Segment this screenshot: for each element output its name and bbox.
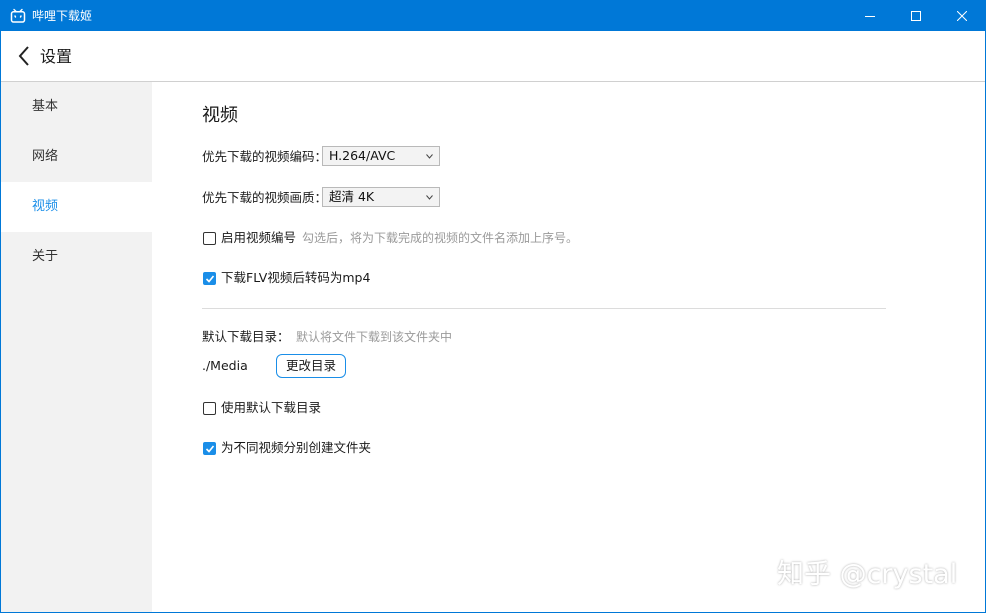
section-divider [202, 308, 886, 309]
codec-label: 优先下载的视频编码： [202, 149, 328, 164]
quality-select[interactable]: 超清 4K [322, 187, 440, 207]
app-window: 哔哩下载姬 设置 基本 网络 视频 关于 视频 优先下载的视频编码： H.264… [0, 0, 986, 613]
chevron-down-icon [426, 195, 433, 200]
maximize-button[interactable] [893, 1, 939, 31]
sidebar-item-basic[interactable]: 基本 [1, 82, 152, 132]
chevron-left-icon[interactable] [17, 45, 33, 67]
maximize-icon [911, 11, 921, 21]
flv-to-mp4-checkbox[interactable] [203, 272, 216, 285]
default-dir-label: 默认下载目录： [202, 329, 290, 344]
close-button[interactable] [939, 1, 985, 31]
minimize-button[interactable] [847, 1, 893, 31]
watermark: 知乎 @crystal [777, 559, 958, 590]
create-folders-label[interactable]: 为不同视频分别创建文件夹 [221, 439, 371, 457]
use-default-dir-label[interactable]: 使用默认下载目录 [221, 399, 321, 417]
use-default-dir-checkbox[interactable] [203, 402, 216, 415]
codec-select[interactable]: H.264/AVC [322, 146, 440, 166]
bilibili-tv-icon [10, 8, 26, 24]
settings-header: 设置 [1, 31, 985, 82]
sidebar-item-network[interactable]: 网络 [1, 132, 152, 182]
enable-numbering-checkbox[interactable] [203, 232, 216, 245]
codec-value: H.264/AVC [329, 148, 396, 163]
sidebar-item-video[interactable]: 视频 [1, 182, 152, 232]
enable-numbering-label[interactable]: 启用视频编号 [221, 229, 296, 247]
enable-numbering-hint: 勾选后，将为下载完成的视频的文件名添加上序号。 [302, 231, 579, 245]
close-icon [957, 11, 967, 21]
minimize-icon [865, 16, 875, 17]
quality-value: 超清 4K [329, 189, 375, 204]
title-bar[interactable]: 哔哩下载姬 [1, 1, 985, 31]
page-title: 设置 [40, 47, 73, 66]
chevron-down-icon [426, 154, 433, 159]
settings-sidebar: 基本 网络 视频 关于 [1, 82, 152, 612]
section-title: 视频 [202, 105, 238, 126]
create-folders-checkbox[interactable] [203, 442, 216, 455]
window-title: 哔哩下载姬 [32, 9, 93, 23]
sidebar-item-about[interactable]: 关于 [1, 232, 152, 282]
flv-to-mp4-label[interactable]: 下载FLV视频后转码为mp4 [221, 269, 370, 287]
default-dir-path: ./Media [202, 358, 248, 373]
settings-content: 视频 优先下载的视频编码： H.264/AVC 优先下载的视频画质： 超清 4K… [152, 82, 985, 612]
checkmark-icon [205, 275, 214, 283]
quality-label: 优先下载的视频画质： [202, 190, 328, 205]
checkmark-icon [205, 445, 214, 453]
default-dir-hint: 默认将文件下载到该文件夹中 [296, 330, 453, 344]
change-dir-button[interactable]: 更改目录 [276, 354, 346, 378]
